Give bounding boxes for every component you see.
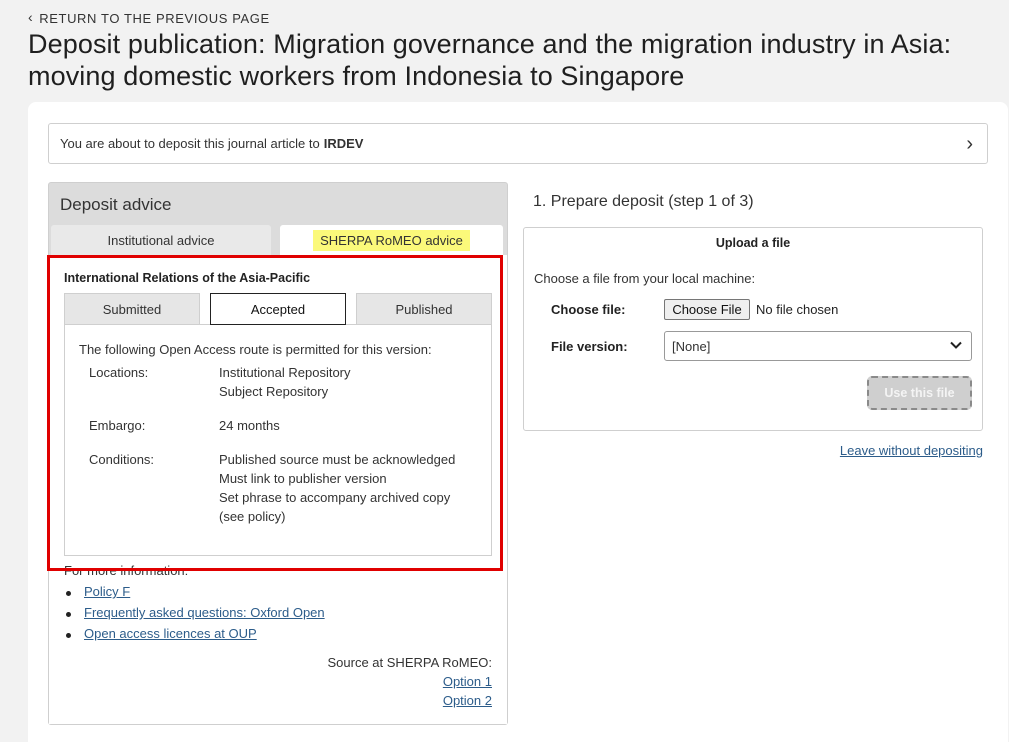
return-link-label: RETURN TO THE PREVIOUS PAGE — [39, 10, 270, 26]
condition-item: Published source must be acknowledged — [219, 452, 456, 467]
embargo-value: 24 months — [219, 418, 280, 433]
deposit-target-bar[interactable]: You are about to deposit this journal ar… — [48, 123, 988, 164]
list-item: Policy F — [64, 584, 325, 605]
condition-item: (see policy) — [219, 509, 286, 524]
tab-version-published[interactable]: Published — [356, 293, 492, 325]
use-this-file-button[interactable]: Use this file — [867, 376, 972, 410]
location-item: Institutional Repository — [219, 365, 351, 380]
location-item: Subject Repository — [219, 384, 329, 399]
file-version-label: File version: — [551, 339, 628, 354]
chevron-right-icon: › — [966, 133, 973, 155]
no-file-chosen-text: No file chosen — [756, 302, 839, 317]
deposit-target-repository: IRDEV — [323, 136, 364, 151]
link-option-2[interactable]: Option 2 — [443, 693, 492, 708]
choose-file-button[interactable]: Choose File — [664, 299, 750, 320]
upload-heading: Upload a file — [715, 236, 791, 250]
chevron-down-icon — [949, 338, 963, 355]
list-item: Open access licences at OUP — [64, 626, 325, 647]
condition-item: Must link to publisher version — [219, 471, 387, 486]
embargo-label: Embargo: — [89, 418, 146, 433]
tab-sherpa-romeo-advice[interactable]: SHERPA RoMEO advice — [280, 225, 503, 255]
leave-without-depositing-link[interactable]: Leave without depositing — [840, 443, 983, 458]
return-link[interactable]: ‹ RETURN TO THE PREVIOUS PAGE — [28, 9, 270, 26]
route-intro: The following Open Access route is permi… — [79, 342, 432, 357]
tab-sherpa-romeo-label: SHERPA RoMEO advice — [313, 229, 470, 251]
list-item: Frequently asked questions: Oxford Open — [64, 605, 325, 626]
locations-label: Locations: — [89, 365, 149, 380]
page-title: Deposit publication: Migration governanc… — [28, 29, 952, 91]
file-version-value: [None] — [672, 338, 711, 354]
deposit-advice-heading: Deposit advice — [60, 195, 172, 214]
conditions-label: Conditions: — [89, 452, 155, 467]
link-policy-f[interactable]: Policy F — [84, 584, 130, 599]
more-info-label: For more information: — [64, 563, 189, 578]
condition-item: Set phrase to accompany archived copy — [219, 490, 451, 505]
tab-version-submitted[interactable]: Submitted — [64, 293, 200, 325]
link-option-1[interactable]: Option 1 — [443, 674, 492, 689]
deposit-target-text: You are about to deposit this journal ar… — [60, 136, 320, 151]
info-links-list: Policy F Frequently asked questions: Oxf… — [64, 584, 325, 647]
choose-file-message: Choose a file from your local machine: — [534, 271, 756, 286]
tab-institutional-advice[interactable]: Institutional advice — [51, 225, 271, 255]
step-title: 1. Prepare deposit (step 1 of 3) — [533, 193, 754, 210]
tab-version-accepted[interactable]: Accepted — [210, 293, 346, 325]
link-faq-oxford-open[interactable]: Frequently asked questions: Oxford Open — [84, 605, 325, 620]
link-oa-licences-oup[interactable]: Open access licences at OUP — [84, 626, 257, 641]
choose-file-label: Choose file: — [551, 302, 626, 317]
file-version-select[interactable]: [None] — [664, 331, 972, 361]
source-label: Source at SHERPA RoMEO: — [327, 655, 493, 670]
locations-value: Institutional Repository Subject Reposit… — [219, 363, 351, 401]
chevron-left-icon: ‹ — [28, 9, 34, 25]
conditions-value: Published source must be acknowledged Mu… — [219, 450, 455, 526]
journal-name: International Relations of the Asia-Paci… — [64, 271, 311, 285]
